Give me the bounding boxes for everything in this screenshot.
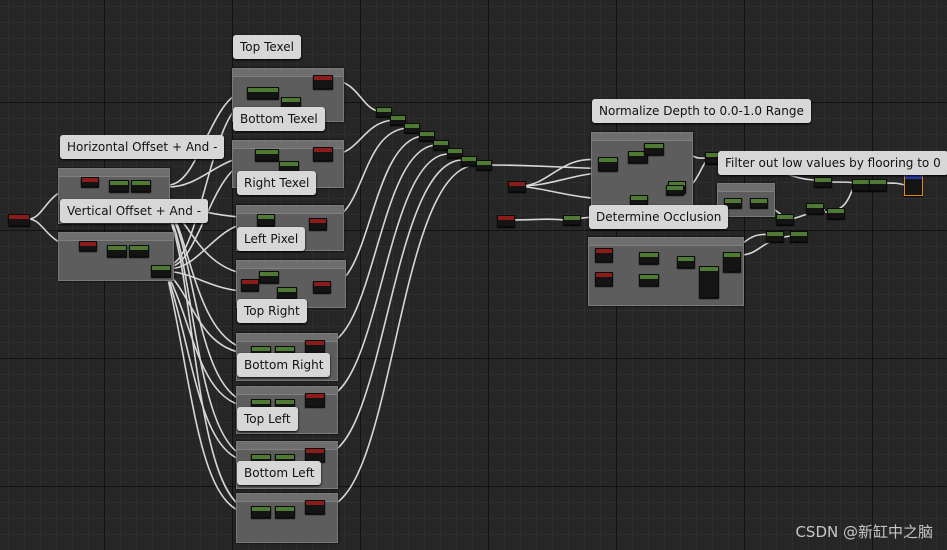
determine-occlusion-group[interactable] bbox=[588, 237, 744, 306]
add-node[interactable] bbox=[476, 160, 492, 170]
comment-bottom-texel[interactable]: Bottom Texel bbox=[233, 107, 325, 131]
add-node[interactable] bbox=[404, 123, 420, 133]
vertical-offset-group[interactable] bbox=[58, 232, 174, 281]
comment-determine-occlusion[interactable]: Determine Occlusion bbox=[589, 205, 729, 229]
node[interactable] bbox=[639, 252, 659, 264]
node[interactable] bbox=[107, 245, 127, 257]
comment-vertical-offset[interactable]: Vertical Offset + And - bbox=[60, 199, 209, 223]
node[interactable] bbox=[595, 248, 613, 262]
add-node[interactable] bbox=[461, 156, 477, 166]
node[interactable] bbox=[852, 179, 870, 191]
node[interactable] bbox=[814, 177, 832, 187]
node[interactable] bbox=[766, 231, 784, 242]
node[interactable] bbox=[644, 143, 664, 155]
node[interactable] bbox=[305, 500, 325, 514]
node[interactable] bbox=[257, 214, 275, 226]
node[interactable] bbox=[247, 87, 279, 99]
node[interactable] bbox=[630, 195, 648, 205]
node[interactable] bbox=[790, 231, 808, 242]
comment-bottom-left[interactable]: Bottom Left bbox=[237, 461, 322, 485]
node[interactable] bbox=[305, 448, 325, 462]
node[interactable] bbox=[666, 185, 684, 195]
bottom-left-group[interactable] bbox=[236, 493, 338, 543]
comment-top-texel[interactable]: Top Texel bbox=[233, 35, 301, 59]
node[interactable] bbox=[109, 180, 129, 192]
node[interactable] bbox=[131, 180, 151, 192]
node[interactable] bbox=[598, 157, 618, 171]
node[interactable] bbox=[313, 75, 333, 89]
node[interactable] bbox=[723, 252, 741, 272]
node[interactable] bbox=[255, 149, 279, 161]
node[interactable] bbox=[563, 215, 581, 225]
input-node-depth[interactable] bbox=[508, 181, 526, 192]
node[interactable] bbox=[313, 147, 333, 161]
node[interactable] bbox=[151, 265, 171, 277]
node[interactable] bbox=[313, 281, 331, 293]
node[interactable] bbox=[251, 506, 271, 518]
comment-bottom-right[interactable]: Bottom Right bbox=[237, 353, 331, 377]
node[interactable] bbox=[827, 208, 845, 219]
node[interactable] bbox=[275, 506, 295, 518]
comment-normalize-depth[interactable]: Normalize Depth to 0.0-1.0 Range bbox=[592, 99, 811, 123]
output-result-node[interactable] bbox=[904, 174, 923, 196]
node[interactable] bbox=[869, 179, 887, 191]
node[interactable] bbox=[309, 218, 327, 230]
node[interactable] bbox=[129, 245, 149, 257]
node[interactable] bbox=[639, 274, 659, 286]
comment-top-right[interactable]: Top Right bbox=[237, 299, 307, 323]
node[interactable] bbox=[81, 177, 99, 187]
node[interactable] bbox=[241, 279, 259, 291]
node[interactable] bbox=[677, 256, 695, 268]
node[interactable] bbox=[699, 266, 719, 298]
comment-top-left[interactable]: Top Left bbox=[237, 407, 298, 431]
comment-right-texel[interactable]: Right Texel bbox=[237, 171, 317, 195]
node[interactable] bbox=[277, 287, 297, 299]
node[interactable] bbox=[776, 214, 794, 225]
node[interactable] bbox=[305, 340, 325, 354]
input-node-occlusion[interactable] bbox=[497, 215, 515, 227]
node[interactable] bbox=[595, 272, 613, 286]
node[interactable] bbox=[259, 271, 279, 283]
comment-horizontal-offset[interactable]: Horizontal Offset + And - bbox=[60, 135, 225, 159]
comment-filter-low[interactable]: Filter out low values by flooring to 0 bbox=[718, 151, 947, 175]
watermark: CSDN @新缸中之脑 bbox=[795, 523, 933, 541]
input-node-left[interactable] bbox=[8, 214, 30, 226]
node[interactable] bbox=[806, 203, 824, 214]
node[interactable] bbox=[750, 198, 768, 208]
node[interactable] bbox=[305, 393, 325, 407]
node[interactable] bbox=[79, 241, 97, 251]
comment-left-pixel[interactable]: Left Pixel bbox=[237, 227, 306, 251]
